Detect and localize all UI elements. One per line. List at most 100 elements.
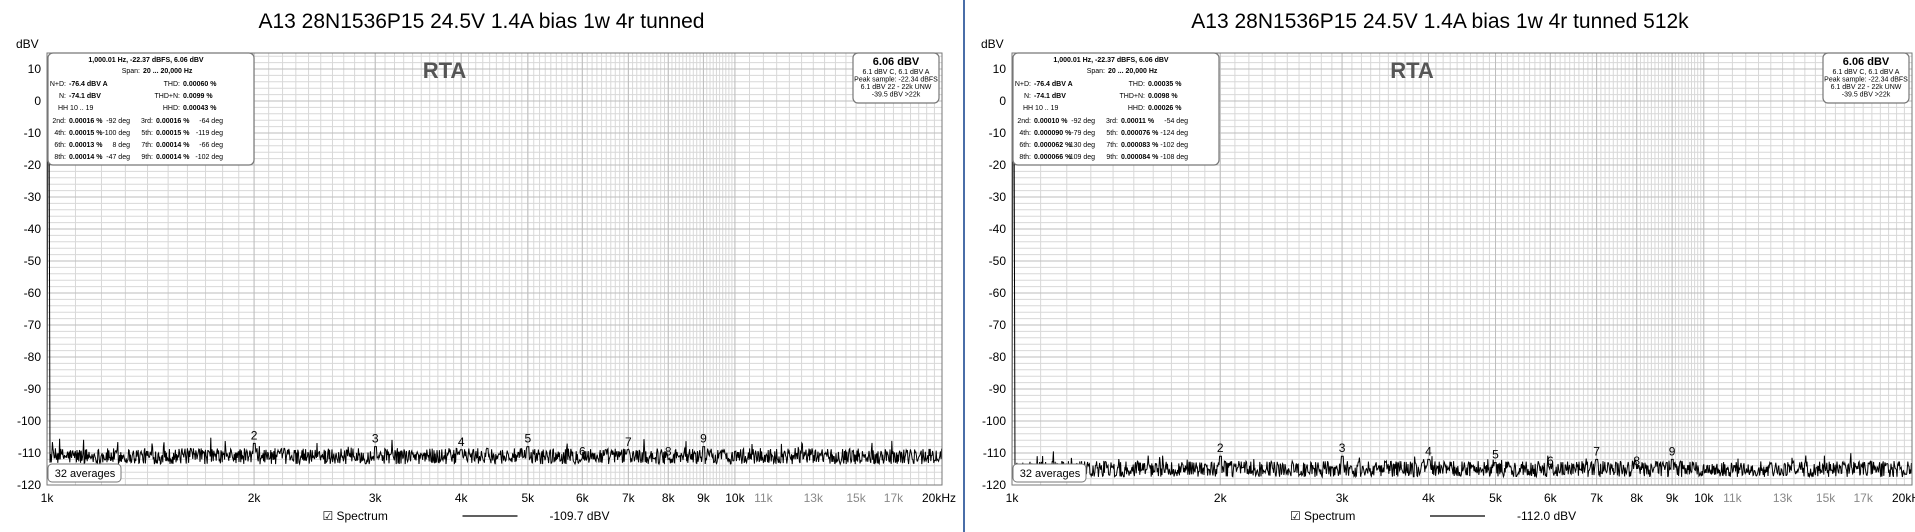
rta-panel-right: A13 28N1536P15 24.5V 1.4A bias 1w 4r tun… <box>965 0 1915 532</box>
rta-overlay-label: RTA <box>423 58 467 83</box>
legend-level: -112.0 dBV <box>1517 509 1576 523</box>
stats-row-label: 6th: <box>1019 142 1031 149</box>
x-tick-label: 10k <box>1694 491 1714 505</box>
legend-series-name: Spectrum <box>1304 509 1355 523</box>
stats-nd-label: N+D: <box>50 81 66 88</box>
stats-row-phase: -47 deg <box>106 154 130 161</box>
rta-chart-right: A13 28N1536P15 24.5V 1.4A bias 1w 4r tun… <box>981 10 1915 523</box>
stats-span-value: 20 ... 20,000 Hz <box>143 68 193 75</box>
stats-row-phase: 130 deg <box>1070 142 1095 149</box>
stats-thd-label: THD: <box>164 81 180 88</box>
y-tick-label: -10 <box>989 126 1007 140</box>
stats-span-label: Span: <box>122 68 140 75</box>
y-tick-label: -100 <box>982 414 1006 428</box>
stats-row-label: 2nd: <box>1017 118 1031 125</box>
stats-row-value: 0.00014 % <box>156 142 190 149</box>
x-tick-label: 4k <box>1422 491 1436 505</box>
averages-label: 32 averages <box>55 468 116 480</box>
level-detail: 6.1 dBV C, 6.1 dBV A <box>1833 69 1900 76</box>
harmonic-label: 5 <box>524 432 531 446</box>
stats-row-value: 0.00014 % <box>69 154 103 161</box>
stats-header: 1,000.01 Hz, -22.37 dBFS, 6.06 dBV <box>88 57 203 64</box>
stats-thd-value: 0.00060 % <box>183 81 217 88</box>
y-tick-label: 0 <box>34 94 41 108</box>
y-tick-label: -90 <box>989 382 1007 396</box>
stats-row-label: 8th: <box>1019 154 1031 161</box>
stats-row-value: 0.00011 % <box>1121 118 1155 125</box>
x-tick-label: 13k <box>804 491 824 505</box>
harmonic-label: 3 <box>1339 441 1346 455</box>
x-tick-label: 9k <box>697 491 711 505</box>
rta-panel-left: A13 28N1536P15 24.5V 1.4A bias 1w 4r tun… <box>0 0 963 532</box>
stats-hhd-value: 0.00026 % <box>1148 105 1182 112</box>
stats-n-label: N: <box>59 93 66 100</box>
stats-row-label: 7th: <box>141 142 153 149</box>
stats-row-phase: -66 deg <box>199 142 223 149</box>
level-detail: Peak sample: -22.34 dBFS <box>1824 77 1908 84</box>
stats-row-phase: -92 deg <box>106 118 130 125</box>
level-value: 6.06 dBV <box>1843 56 1890 68</box>
stats-row-value: 0.00014 % <box>156 154 190 161</box>
y-tick-label: -30 <box>24 190 42 204</box>
stats-hh-label: HH 10 .. 19 <box>1023 105 1059 112</box>
y-tick-label: -110 <box>18 446 41 460</box>
y-tick-label: -30 <box>989 190 1007 204</box>
y-tick-label: 0 <box>999 94 1006 108</box>
harmonic-label: 7 <box>1593 444 1600 458</box>
stats-hhd-label: HHD: <box>1128 105 1145 112</box>
stats-row-phase: -102 deg <box>1160 142 1188 149</box>
stats-hhd-label: HHD: <box>163 105 180 112</box>
stats-row-phase: -102 deg <box>195 154 223 161</box>
stats-thdn-value: 0.0099 % <box>183 93 213 100</box>
stats-row-value: 0.000090 % <box>1034 130 1072 137</box>
stats-row-phase: -108 deg <box>1160 154 1188 161</box>
stats-span-value: 20 ... 20,000 Hz <box>1108 68 1158 75</box>
stats-row-value: 0.00015 % <box>156 130 190 137</box>
stats-row-value: 0.00013 % <box>69 142 103 149</box>
x-tick-label: 15k <box>846 491 866 505</box>
x-tick-label: 20kHz <box>922 491 956 505</box>
stats-row-label: 8th: <box>54 154 66 161</box>
x-tick-label: 8k <box>1630 491 1644 505</box>
y-tick-label: -70 <box>24 318 42 332</box>
stats-row-label: 7th: <box>1106 142 1118 149</box>
harmonic-label: 3 <box>372 432 379 446</box>
stats-n-value: -74.1 dBV <box>69 93 101 100</box>
stats-hhd-value: 0.00043 % <box>183 105 217 112</box>
averages-label: 32 averages <box>1020 468 1081 480</box>
level-value: 6.06 dBV <box>873 56 920 68</box>
harmonic-label: 8 <box>665 444 672 458</box>
harmonic-label: 8 <box>1633 454 1640 468</box>
y-tick-label: -120 <box>17 478 41 492</box>
legend-checkbox-icon: ☑ <box>1290 509 1301 523</box>
x-tick-label: 9k <box>1666 491 1680 505</box>
y-tick-label: -50 <box>989 254 1007 268</box>
x-tick-label: 7k <box>1590 491 1604 505</box>
stats-row-value: 0.000084 % <box>1121 154 1159 161</box>
x-tick-label: 2k <box>1214 491 1228 505</box>
x-tick-label: 17k <box>884 491 904 505</box>
level-detail: 6.1 dBV C, 6.1 dBV A <box>863 69 930 76</box>
legend-series-name: Spectrum <box>337 509 388 523</box>
stats-nd-value: -76.4 dBV A <box>69 81 108 88</box>
y-axis-label: dBV <box>16 37 39 51</box>
stats-thd-value: 0.00035 % <box>1148 81 1182 88</box>
stats-row-phase: -92 deg <box>1071 118 1095 125</box>
x-tick-label: 11k <box>754 491 773 505</box>
harmonic-label: 2 <box>251 428 258 442</box>
y-tick-label: -100 <box>17 414 41 428</box>
x-tick-label: 3k <box>369 491 383 505</box>
x-tick-label: 6k <box>1544 491 1558 505</box>
harmonic-label: 6 <box>579 444 586 458</box>
y-tick-label: -40 <box>989 222 1007 236</box>
stats-header: 1,000.01 Hz, -22.37 dBFS, 6.06 dBV <box>1053 57 1168 64</box>
stats-nd-value: -76.4 dBV A <box>1034 81 1073 88</box>
stats-row-label: 4th: <box>1019 130 1031 137</box>
y-tick-label: 10 <box>28 62 42 76</box>
rta-chart-left: A13 28N1536P15 24.5V 1.4A bias 1w 4r tun… <box>16 10 956 523</box>
stats-hh-label: HH 10 .. 19 <box>58 105 94 112</box>
stats-row-phase: -109 deg <box>1067 154 1095 161</box>
x-tick-label: 17k <box>1853 491 1873 505</box>
harmonic-label: 6 <box>1547 454 1554 468</box>
stats-row-value: 0.00015 % <box>69 130 103 137</box>
